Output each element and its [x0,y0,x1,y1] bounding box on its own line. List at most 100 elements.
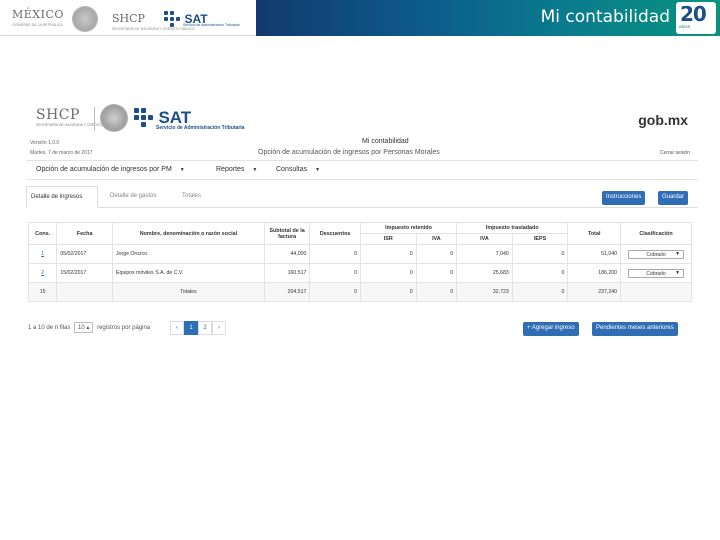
anniversary-subtext: AÑOS [679,24,691,29]
header-logos: MÉXICO GOBIERNO DE LA REPÚBLICA SHCP SEC… [0,0,256,36]
col-cons: Cons. [27,222,58,245]
clasificacion-select[interactable]: Cobrado ▼ [628,249,685,259]
prev-page-button[interactable]: ‹ [170,321,184,335]
cons-link[interactable]: 1 [41,251,44,257]
caret-down-icon: ▼ [675,250,681,257]
income-table: Cons. Fecha Nombre, denominación o razón… [27,222,692,302]
cell-total-count: 15 [27,282,58,302]
version-label: Versión 1.0.0 [30,140,60,146]
col-ieps: IEPS [511,233,569,245]
cons-link[interactable]: 2 [41,270,44,276]
cell-iva-retenido: 0 [415,244,458,264]
gob-mx-logo[interactable]: gob.mx [638,112,688,128]
shcp-logo-text: SHCP [112,12,145,25]
menu-option-label: Opción de acumulación de ingresos por PM [36,166,172,173]
pager-info: 1 a 10 de n filas 10 ▴ registros por pág… [28,322,150,333]
logo-divider [94,107,95,131]
cell-total: 186,200 [567,263,622,283]
pagination: ‹ 1 2 › [170,321,226,335]
clasificacion-select[interactable]: Cobrado ▼ [628,268,685,278]
page-size-select[interactable]: 10 ▴ [74,322,94,333]
cell-isr: 0 [359,244,417,264]
col-clasificacion: Clasificación [620,222,692,245]
cell-isr: 0 [359,263,417,283]
cell-iva-retenido: 0 [415,282,458,302]
cell-iva-trasladado: 25,683 [456,263,513,283]
cell-ieps: 0 [511,244,569,264]
tab-bar: Detalle de ingresos Detalle de gastos To… [26,186,698,208]
col-iva-trasladado: IVA [456,233,513,245]
tab-detalle-gastos[interactable]: Detalle de gastos [106,186,160,208]
national-seal-icon [72,6,98,32]
pager-suffix: registros por página [97,325,151,331]
cell-iva-retenido: 0 [415,263,458,283]
cell-empty [620,282,692,302]
header-banner: Mi contabilidad 20 AÑOS [256,0,720,36]
cell-nombre: Jorge Orozco [111,244,265,264]
date-label: Martes, 7 de marzo de 2017 [30,150,93,156]
tab-detalle-ingresos[interactable]: Detalle de ingresos [26,186,98,208]
app-sat-logo: SAT Servicio de Administración Tributari… [134,108,244,131]
table-row: 2 15/02/2017 Equipos móviles S.A. de C.V… [27,263,692,283]
cell-fecha: 15/02/2017 [56,263,113,283]
sat-logo-subtext: Servicio de Administración Tributaria [183,23,240,27]
col-nombre: Nombre, denominación o razón social [111,222,265,245]
totals-label: Totales [111,282,265,302]
next-page-button[interactable]: › [212,321,226,335]
table-row: 1 05/02/2017 Jorge Orozco 44,000 0 0 0 7… [27,244,692,264]
mexico-logo: MÉXICO GOBIERNO DE LA REPÚBLICA [12,8,68,32]
cell-total: 51,040 [567,244,622,264]
menu-reports-dropdown[interactable]: Reportes ▼ [216,166,257,173]
menu-queries-label: Consultas [276,166,308,173]
app-subtitle: Opción de acumulación de ingresos por Pe… [258,149,440,156]
app-sat-subtext: Servicio de Administración Tributaria [156,125,245,131]
app-national-seal-icon [100,104,128,132]
menu-reports-label: Reportes [216,166,245,173]
cell-subtotal: 44,000 [263,244,311,264]
mexico-logo-subtext: GOBIERNO DE LA REPÚBLICA [12,23,63,27]
menu-queries-dropdown[interactable]: Consultas ▼ [276,166,320,173]
col-fecha: Fecha [56,222,113,245]
sat-logo: SAT Servicio de Administración Tributari… [164,10,240,28]
app-meta: Versión 1.0.0 Martes, 7 de marzo de 2017 [30,138,93,158]
pager-range: 1 a 10 de n filas [28,325,71,331]
caret-down-icon: ▼ [315,167,321,173]
cell-isr: 0 [359,282,417,302]
clasificacion-value: Cobrado [646,270,666,277]
add-income-button[interactable]: + Agregar ingreso [523,322,579,336]
caret-down-icon: ▼ [179,167,185,173]
anniversary-number: 20 [680,2,707,26]
totals-row: 15 Totales 204,517 0 0 0 32,723 0 237,24… [27,282,692,302]
col-impuesto-trasladado: Impuesto trasladado [456,222,569,234]
save-button[interactable]: Guardar [658,191,689,205]
app-screenshot: SHCP SECRETARÍA DE HACIENDA Y CRÉDITO PÚ… [26,100,698,345]
tab-totales[interactable]: Totales [178,186,205,208]
page-2-button[interactable]: 2 [198,321,212,335]
sat-icon [164,10,180,27]
cell-subtotal: 204,517 [263,282,311,302]
page-1-button[interactable]: 1 [184,321,198,335]
clasificacion-value: Cobrado [646,251,666,258]
cell-empty [56,282,113,302]
cell-subtotal: 160,517 [263,263,311,283]
cell-descuentos: 0 [309,282,361,302]
cell-iva-trasladado: 7,040 [456,244,513,264]
col-iva-retenido: IVA [415,233,458,245]
page-size-value: 10 [78,325,85,331]
app-header: SHCP SECRETARÍA DE HACIENDA Y CRÉDITO PÚ… [26,100,698,138]
col-isr: ISR [359,233,417,245]
cell-total: 237,240 [567,282,622,302]
mexico-logo-text: MÉXICO [12,8,64,21]
menu-option-dropdown[interactable]: Opción de acumulación de ingresos por PM… [36,166,185,173]
anniversary-badge: 20 AÑOS [676,2,716,34]
col-subtotal: Subtotal de la factura [263,222,311,245]
instructions-button[interactable]: Instrucciones [602,191,646,205]
cell-nombre: Equipos móviles S.A. de C.V. [111,263,265,283]
pending-months-button[interactable]: Pendientes meses anteriores [592,322,678,336]
slide-header: MÉXICO GOBIERNO DE LA REPÚBLICA SHCP SEC… [0,0,720,38]
caret-down-icon: ▼ [252,167,258,173]
logout-link[interactable]: Cerrar sesión [660,150,690,156]
col-total: Total [567,222,622,245]
col-descuentos: Descuentos [309,222,361,245]
cell-fecha: 05/02/2017 [56,244,113,264]
